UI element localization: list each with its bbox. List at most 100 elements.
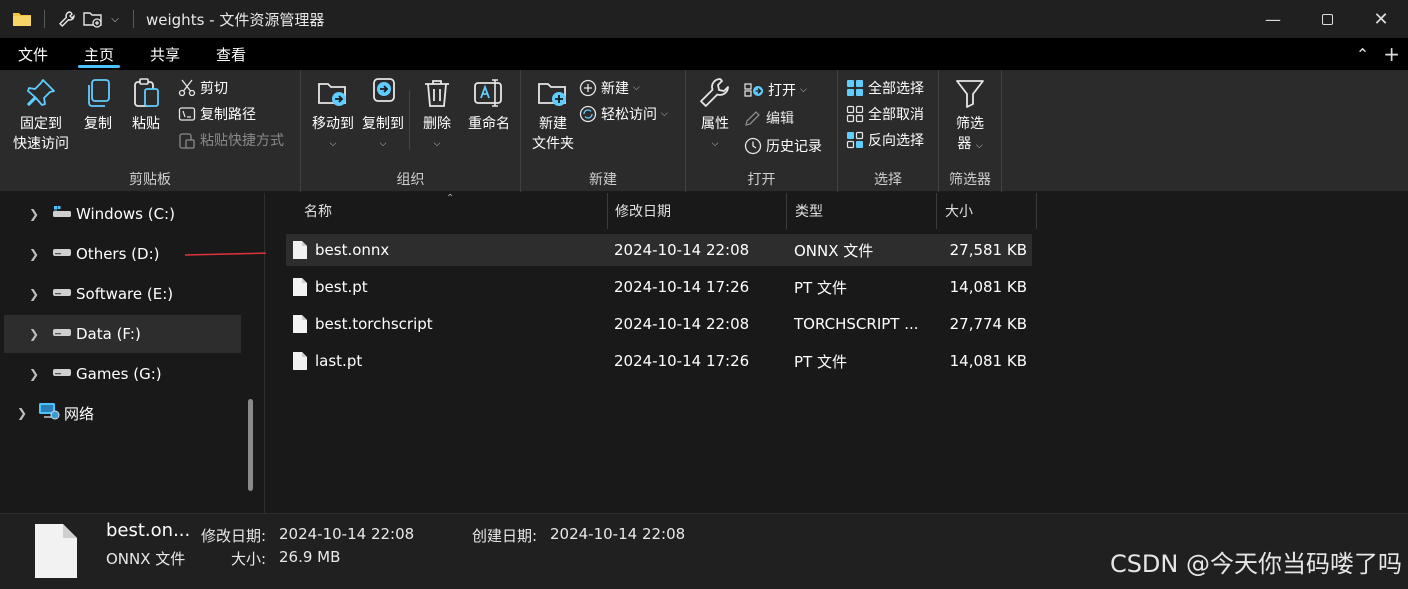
chevron-down-icon: ⌵ xyxy=(711,139,719,149)
file-row[interactable]: best.torchscript 2024-10-14 22:08 TORCHS… xyxy=(286,308,1032,340)
window-title: weights - 文件资源管理器 xyxy=(146,10,325,29)
chevron-right-icon[interactable]: ❯ xyxy=(26,327,42,341)
new-item-button[interactable]: 新建 ⌵ xyxy=(579,78,640,98)
chevron-down-icon: ⌵ xyxy=(800,85,807,95)
open-button[interactable]: 打开 ⌵ xyxy=(744,80,807,100)
collapse-ribbon-icon[interactable]: ⌃ xyxy=(1356,45,1369,64)
filter-button[interactable]: 筛选 器 ⌵ xyxy=(947,76,993,156)
select-all-button[interactable]: 全部选择 xyxy=(846,78,924,98)
network-icon xyxy=(38,401,60,425)
wrench-icon xyxy=(700,78,729,107)
details-size-label: 大小: xyxy=(231,550,267,568)
chevron-down-icon: ⌵ xyxy=(329,139,337,149)
new-group-label: 新建 xyxy=(589,172,617,188)
file-icon xyxy=(292,345,308,377)
tab-share[interactable]: 共享 xyxy=(132,38,198,70)
history-button[interactable]: 历史记录 xyxy=(744,136,822,156)
chevron-down-icon: ⌵ xyxy=(661,109,668,119)
invert-selection-button[interactable]: 反向选择 xyxy=(846,130,924,150)
large-file-icon xyxy=(34,523,78,583)
plus-circle-icon xyxy=(579,79,597,97)
easy-access-button[interactable]: 轻松访问 ⌵ xyxy=(579,104,668,124)
title-bar: ⌵ weights - 文件资源管理器 — ✕ xyxy=(0,0,1408,38)
drive-icon xyxy=(52,285,72,303)
details-size-value: 26.9 MB xyxy=(279,548,341,566)
paste-shortcut-button[interactable]: 粘贴快捷方式 xyxy=(178,130,284,150)
copy-to-icon xyxy=(373,78,395,102)
copy-to-button[interactable]: 复制到 ⌵ xyxy=(355,76,411,154)
paste-icon xyxy=(134,78,159,107)
chevron-down-icon: ⌵ xyxy=(379,139,387,149)
chevron-down-icon[interactable]: ⌵ xyxy=(109,9,121,29)
maximize-icon xyxy=(1321,13,1333,25)
copy-path-button[interactable]: 复制路径 xyxy=(178,104,256,124)
file-row[interactable]: best.onnx 2024-10-14 22:08 ONNX 文件 27,58… xyxy=(286,234,1032,266)
clipboard-group: 固定到 快速访问 复制 粘贴 剪切 复制路径 粘贴快捷方式 剪贴板 xyxy=(0,70,301,192)
select-none-button[interactable]: 全部取消 xyxy=(846,104,924,124)
file-name: best.pt xyxy=(315,278,368,296)
properties-button[interactable]: 属性 ⌵ xyxy=(692,76,738,154)
file-modified: 2024-10-14 17:26 xyxy=(614,352,750,370)
copy-icon xyxy=(88,79,110,107)
nav-item-games-g[interactable]: ❯ Games (G:) xyxy=(4,355,241,393)
minimize-icon: — xyxy=(1265,9,1281,29)
file-icon xyxy=(292,271,308,303)
file-icon xyxy=(292,308,308,340)
file-name: best.onnx xyxy=(315,241,390,259)
tab-file[interactable]: 文件 xyxy=(0,38,66,70)
select-none-icon xyxy=(846,105,864,123)
column-header-modified[interactable]: 修改日期 xyxy=(607,193,787,229)
file-icon xyxy=(292,234,308,266)
chevron-right-icon[interactable]: ❯ xyxy=(26,287,42,301)
drive-icon xyxy=(52,245,72,263)
ribbon: 固定到 快速访问 复制 粘贴 剪切 复制路径 粘贴快捷方式 剪贴板 移动到 ⌵ … xyxy=(0,70,1408,192)
column-header-type[interactable]: 类型 xyxy=(787,193,937,229)
close-button[interactable]: ✕ xyxy=(1354,0,1408,38)
file-row[interactable]: last.pt 2024-10-14 17:26 PT 文件 14,081 KB xyxy=(286,345,1032,377)
cut-button[interactable]: 剪切 xyxy=(178,78,228,98)
select-group: 全部选择 全部取消 反向选择 选择 xyxy=(838,70,939,192)
details-file-name: best.on... xyxy=(106,520,191,541)
close-icon: ✕ xyxy=(1373,8,1389,30)
maximize-button[interactable] xyxy=(1300,0,1354,38)
edit-button[interactable]: 编辑 xyxy=(744,108,794,128)
copy-button[interactable]: 复制 xyxy=(78,76,118,134)
minimize-button[interactable]: — xyxy=(1246,0,1300,38)
file-modified: 2024-10-14 17:26 xyxy=(614,278,750,296)
file-type: PT 文件 xyxy=(794,352,847,371)
details-pane: best.on... ONNX 文件 修改日期: 2024-10-14 22:0… xyxy=(0,513,1408,589)
details-modified-label: 修改日期: xyxy=(201,527,267,545)
nav-item-software-e[interactable]: ❯ Software (E:) xyxy=(4,275,241,313)
column-header-name[interactable]: 名称 xyxy=(296,193,608,229)
chevron-down-icon: ⌵ xyxy=(433,139,441,149)
properties-quick-icon[interactable] xyxy=(57,9,77,29)
windows-drive-icon xyxy=(52,205,72,223)
tab-home[interactable]: 主页 xyxy=(66,38,132,70)
nav-scrollbar[interactable] xyxy=(248,399,253,491)
filter-group-label: 筛选器 xyxy=(949,172,991,188)
nav-item-network[interactable]: ❯ 网络 xyxy=(4,394,241,432)
new-folder-quick-icon[interactable] xyxy=(83,9,103,29)
column-header-size[interactable]: 大小 xyxy=(937,193,1037,229)
new-folder-button[interactable]: 新建 文件夹 xyxy=(525,76,581,154)
chevron-right-icon[interactable]: ❯ xyxy=(26,367,42,381)
file-row[interactable]: best.pt 2024-10-14 17:26 PT 文件 14,081 KB xyxy=(286,271,1032,303)
paste-button[interactable]: 粘贴 xyxy=(126,76,166,134)
chevron-right-icon[interactable]: ❯ xyxy=(14,406,30,420)
tab-view[interactable]: 查看 xyxy=(198,38,264,70)
new-group: 新建 文件夹 新建 ⌵ 轻松访问 ⌵ 新建 xyxy=(521,70,686,192)
file-modified: 2024-10-14 22:08 xyxy=(614,315,750,333)
add-icon[interactable]: + xyxy=(1383,42,1400,66)
nav-item-windows-c[interactable]: ❯ Windows (C:) xyxy=(4,195,241,233)
delete-button[interactable]: 删除 ⌵ xyxy=(417,76,457,154)
filter-group: 筛选 器 ⌵ 筛选器 xyxy=(939,70,1002,192)
organize-group-label: 组织 xyxy=(396,172,425,188)
ribbon-tabs: 文件 主页 共享 查看 ⌃ + xyxy=(0,38,1408,70)
chevron-right-icon[interactable]: ❯ xyxy=(26,247,42,261)
rename-button[interactable]: 重命名 xyxy=(463,76,515,134)
select-all-icon xyxy=(847,80,863,96)
move-to-button[interactable]: 移动到 ⌵ xyxy=(305,76,361,154)
nav-item-data-f[interactable]: ❯ Data (F:) xyxy=(4,315,241,353)
pin-quick-access-button[interactable]: 固定到 快速访问 xyxy=(8,76,74,154)
chevron-right-icon[interactable]: ❯ xyxy=(26,207,42,221)
